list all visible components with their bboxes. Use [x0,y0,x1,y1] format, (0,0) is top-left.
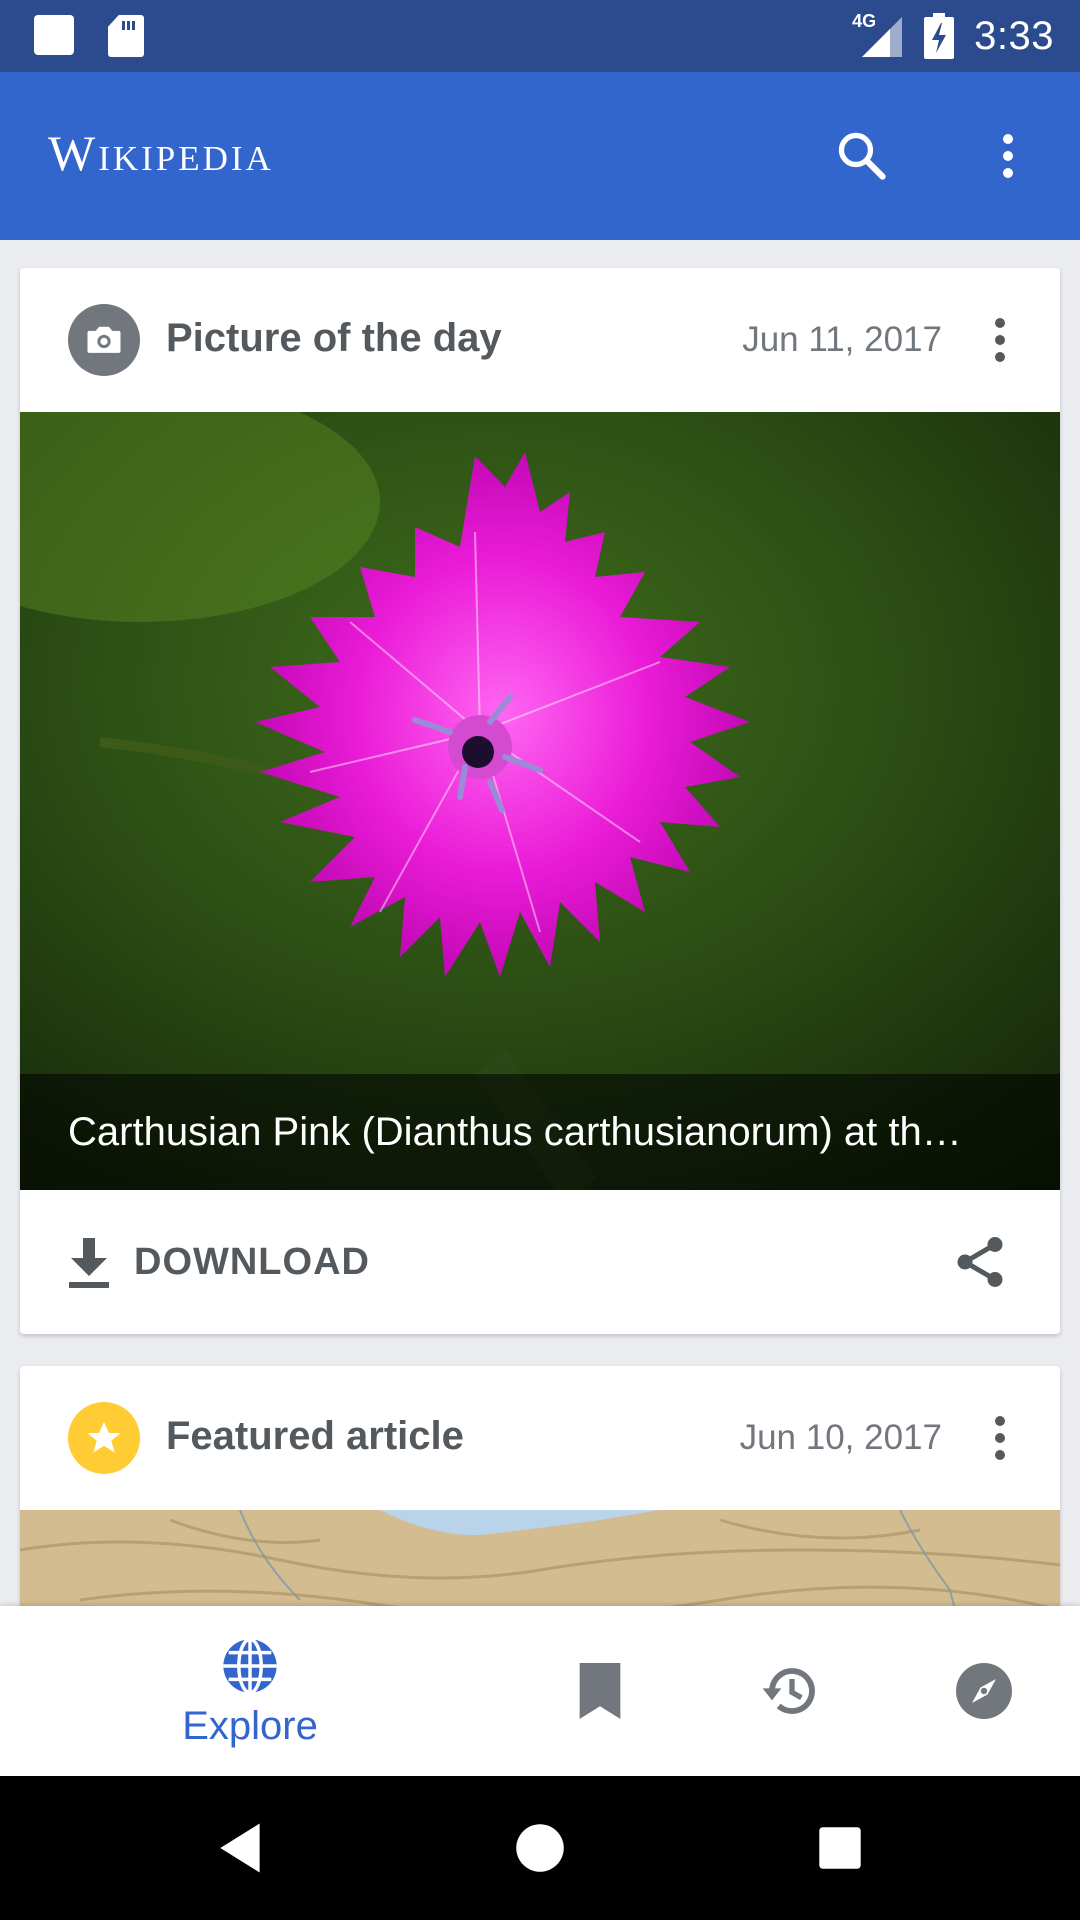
compass-icon [956,1663,1012,1719]
camera-icon [68,304,140,376]
nav-explore[interactable]: Explore [150,1606,350,1776]
search-icon [838,132,886,180]
app-title: Wikipedia [48,125,274,181]
overflow-menu-button[interactable] [972,120,1044,192]
bookmark-icon [579,1663,621,1719]
card-overflow-button[interactable] [964,1402,1036,1474]
image-caption-bar: Carthusian Pink (Dianthus carthusianorum… [20,1074,1060,1190]
nav-explore-label: Explore [182,1703,318,1748]
nav-history[interactable] [742,1606,842,1776]
image-caption: Carthusian Pink (Dianthus carthusianorum… [68,1109,962,1154]
card-footer: DOWNLOAD [20,1190,1060,1334]
status-bar: 4G 3:33 [0,0,1080,72]
card-overflow-button[interactable] [964,304,1036,376]
search-button[interactable] [826,120,898,192]
bottom-navigation: Explore [0,1606,1080,1776]
card-header: Picture of the day Jun 11, 2017 [20,268,1060,412]
share-button[interactable] [944,1226,1016,1298]
card-date: Jun 11, 2017 [742,320,942,359]
recents-icon [819,1827,861,1869]
download-button[interactable]: DOWNLOAD [64,1226,370,1298]
notification-icon [34,15,74,55]
download-icon [69,1238,109,1288]
picture-of-the-day-card[interactable]: Picture of the day Jun 11, 2017 Carthusi… [20,268,1060,1334]
globe-icon [223,1637,277,1694]
overflow-menu-icon [995,1416,1005,1460]
home-button[interactable] [504,1812,576,1884]
history-icon [762,1668,815,1714]
recents-button[interactable] [804,1812,876,1884]
nav-nearby[interactable] [934,1606,1034,1776]
card-title: Picture of the day [166,316,502,360]
card-title: Featured article [166,1414,464,1458]
card-date: Jun 10, 2017 [739,1418,942,1457]
home-icon [516,1824,564,1872]
star-icon [68,1402,140,1474]
sd-card-icon [108,15,144,57]
system-navigation-bar [0,1776,1080,1920]
featured-article-card[interactable]: Featured article Jun 10, 2017 [20,1366,1060,1646]
overflow-menu-icon [995,318,1005,362]
battery-icon [924,13,955,59]
nav-saved[interactable] [550,1606,650,1776]
featured-image[interactable]: Carthusian Pink (Dianthus carthusianorum… [20,412,1060,1190]
screen: 4G 3:33 Wikipedia Picture of the day Jun… [0,0,1080,1920]
card-header: Featured article Jun 10, 2017 [20,1366,1060,1510]
download-label: DOWNLOAD [134,1240,370,1283]
back-icon [220,1823,260,1873]
share-icon [957,1237,1003,1287]
app-bar: Wikipedia [0,72,1080,240]
overflow-menu-icon [1003,134,1013,178]
signal-icon: 4G [852,11,904,59]
back-button[interactable] [204,1812,276,1884]
clock: 3:33 [974,13,1054,58]
